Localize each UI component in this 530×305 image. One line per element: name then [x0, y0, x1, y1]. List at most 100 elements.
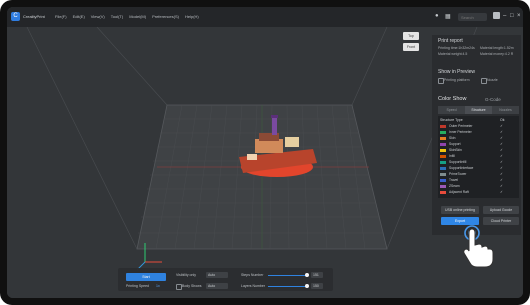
menu-help[interactable]: Help(H)	[185, 14, 199, 19]
legend-swatch	[440, 166, 446, 170]
legend-swatch	[440, 130, 446, 134]
legend-swatch	[440, 190, 446, 194]
legend-item: Adjacent Raft	[440, 190, 469, 194]
legend-label: Inner Perimeter	[449, 130, 472, 134]
legend-label: SupportInterface	[449, 166, 474, 170]
title-bar: C CrealityPrint File(F) Edit(E) View(V) …	[7, 7, 523, 27]
layers-number-label: Layers Number	[241, 284, 265, 288]
legend-item: Travel	[440, 178, 458, 182]
legend-item: PrimeTower	[440, 172, 466, 176]
legend-header-type: Structure Type	[440, 118, 463, 122]
legend-visibility-check[interactable]: ✓	[500, 166, 503, 170]
legend-visibility-check[interactable]: ✓	[500, 184, 503, 188]
legend-label: Support	[449, 142, 461, 146]
report-line: Material length:1.52m	[480, 46, 514, 50]
avatar[interactable]	[493, 12, 500, 19]
menu-tool[interactable]: Tool(T)	[111, 14, 123, 19]
body-shows-select[interactable]: Auto	[206, 283, 228, 289]
legend-visibility-check[interactable]: ✓	[500, 190, 503, 194]
layers-slider-thumb[interactable]	[305, 284, 310, 288]
printing-speed-value[interactable]: 1x	[156, 284, 160, 288]
start-button[interactable]: Start	[126, 273, 166, 281]
close-icon[interactable]: ×	[517, 13, 521, 19]
tab-structure[interactable]: Structure	[465, 106, 492, 114]
tap-hand-icon	[463, 225, 494, 268]
steps-number-input[interactable]: 151	[311, 272, 323, 278]
tab-speed[interactable]: Speed	[438, 106, 465, 114]
steps-number-label: Steps Number	[241, 273, 264, 277]
legend-label: PrimeTower	[449, 172, 467, 176]
legend-label: Adjacent Raft	[449, 190, 469, 194]
menu-preferences[interactable]: Preferences(S)	[152, 14, 179, 19]
view-top-button[interactable]: Top	[403, 32, 419, 40]
body-shows-label: Body Shows	[182, 284, 202, 288]
report-line: Printing time:1h32m24s	[438, 46, 475, 50]
menu-view[interactable]: View(V)	[91, 14, 105, 19]
legend-swatch	[440, 124, 446, 128]
steps-slider[interactable]	[268, 275, 308, 276]
legend-visibility-check[interactable]: ✓	[500, 160, 503, 164]
legend-item: SupportInterface	[440, 166, 473, 170]
visibility-select[interactable]: Auto	[206, 272, 228, 278]
usb-printing-button[interactable]: USB online printing	[441, 206, 479, 214]
legend-swatch	[440, 142, 446, 146]
legend-visibility-check[interactable]: ✓	[500, 154, 503, 158]
menu-model[interactable]: Model(M)	[129, 14, 146, 19]
upload-gcode-button[interactable]: Upload Gcode	[483, 206, 519, 214]
layers-number-input[interactable]: 150	[311, 283, 323, 289]
legend-header-ok: Ok	[500, 118, 505, 122]
tab-nozzles[interactable]: Nozzles	[492, 106, 519, 114]
legend-visibility-check[interactable]: ✓	[500, 124, 503, 128]
legend-swatch	[440, 178, 446, 182]
menu-bar: File(F) Edit(E) View(V) Tool(T) Model(M)…	[55, 14, 199, 19]
legend-swatch	[440, 154, 446, 158]
report-line: Material money:4.2 R	[480, 52, 514, 56]
printing-speed-label: Printing Speed	[126, 284, 149, 288]
legend-label: SkinSkin	[449, 148, 462, 152]
legend-swatch	[440, 136, 446, 140]
playback-controls: Start Printing Speed 1x Visibility only …	[118, 268, 333, 291]
visibility-label: Visibility only	[176, 273, 196, 277]
print-report-title: Print report	[438, 38, 463, 44]
grid-icon[interactable]: ▦	[445, 13, 451, 20]
legend-item: Support	[440, 142, 461, 146]
legend-label: ZSeam	[449, 184, 460, 188]
legend-item: Infill	[440, 154, 455, 158]
layers-slider[interactable]	[268, 286, 308, 287]
legend-label: Outer Perimeter	[449, 124, 473, 128]
legend-visibility-check[interactable]: ✓	[500, 136, 503, 140]
report-line: Material weight:4.5	[438, 52, 468, 56]
minimize-icon[interactable]: –	[503, 13, 506, 19]
legend-label: Travel	[449, 178, 459, 182]
legend-item: SupportInfill	[440, 160, 466, 164]
legend-visibility-check[interactable]: ✓	[500, 142, 503, 146]
legend-visibility-check[interactable]: ✓	[500, 172, 503, 176]
export-button[interactable]: Export	[441, 217, 479, 225]
menu-edit[interactable]: Edit(E)	[73, 14, 85, 19]
view-front-button[interactable]: Front	[403, 43, 419, 51]
legend-swatch	[440, 184, 446, 188]
legend-visibility-check[interactable]: ✓	[500, 148, 503, 152]
app-name: CrealityPrint	[23, 14, 45, 19]
show-in-preview-title: Show in Preview	[438, 69, 475, 75]
cloud-printer-button[interactable]: Cloud Printer	[483, 217, 519, 225]
legend-label: SupportInfill	[449, 160, 467, 164]
legend-visibility-check[interactable]: ✓	[500, 178, 503, 182]
steps-slider-thumb[interactable]	[305, 273, 310, 277]
printing-platform-label: Printing platform	[444, 78, 470, 82]
legend-item: ZSeam	[440, 184, 460, 188]
legend-visibility-check[interactable]: ✓	[500, 130, 503, 134]
user-icon[interactable]: ●	[435, 13, 439, 19]
device-frame: C CrealityPrint File(F) Edit(E) View(V) …	[0, 0, 530, 305]
gcode-toggle[interactable]: G-Code	[485, 97, 501, 102]
maximize-icon[interactable]: □	[510, 13, 514, 19]
legend-item: Inner Perimeter	[440, 130, 472, 134]
app-logo-icon: C	[11, 12, 20, 21]
nozzle-label: Nozzle	[487, 78, 498, 82]
search-placeholder: Search	[461, 15, 474, 20]
color-show-title: Color Show	[438, 96, 467, 102]
legend-item: Skin	[440, 136, 455, 140]
legend-item: Outer Perimeter	[440, 124, 472, 128]
color-show-tabs: Speed Structure Nozzles	[438, 106, 519, 114]
menu-file[interactable]: File(F)	[55, 14, 67, 19]
